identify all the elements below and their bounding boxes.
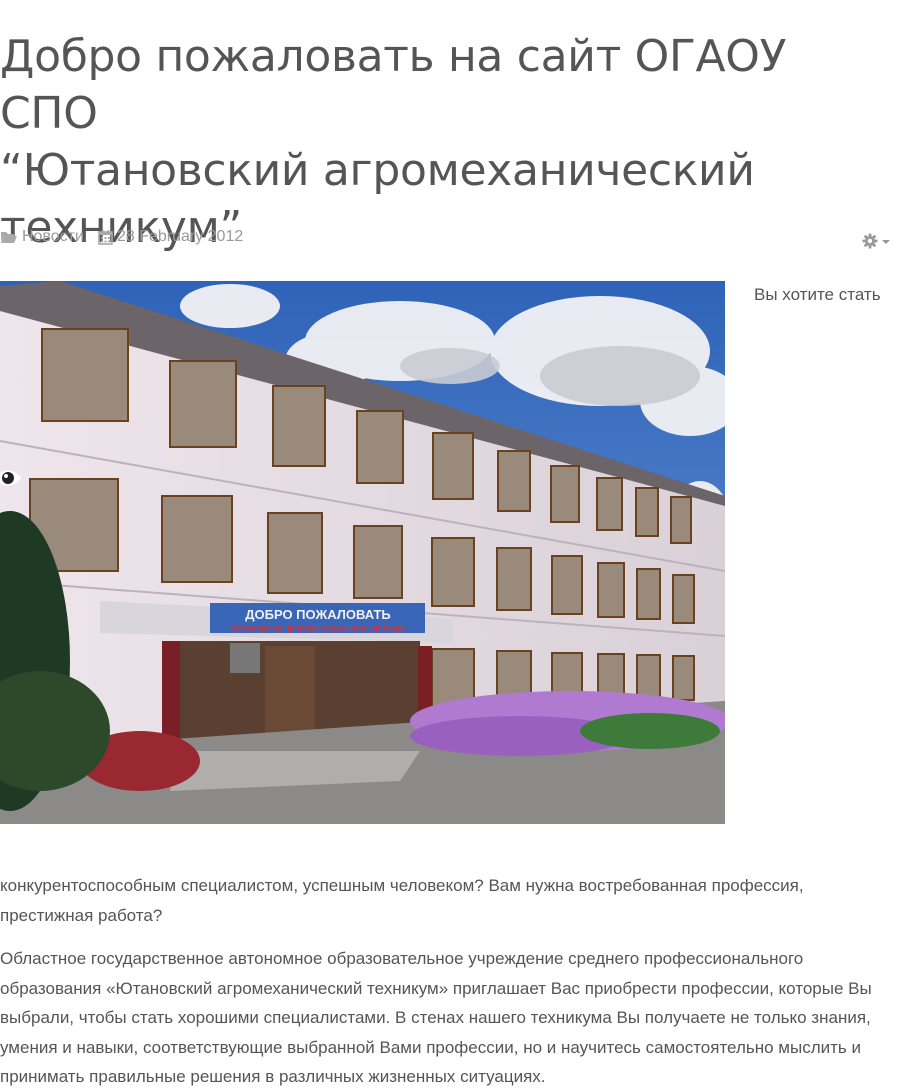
article-meta: Новости 28 February 2012 (0, 228, 257, 246)
intro-text: Вы хотите стать (754, 285, 881, 304)
banner-text-1: ДОБРО ПОЖАЛОВАТЬ (245, 607, 391, 622)
calendar-icon (98, 229, 113, 245)
title-line-1: Добро пожаловать на сайт ОГАОУ СПО (0, 31, 787, 139)
chevron-down-icon (882, 240, 890, 244)
article-image: ДОБРО ПОЖАЛОВАТЬ Ютановское профессионал… (0, 281, 725, 824)
gear-icon (862, 233, 878, 249)
building-photo: ДОБРО ПОЖАЛОВАТЬ Ютановское профессионал… (0, 281, 725, 824)
paragraph-2: Областное государственное автономное обр… (0, 949, 872, 1086)
eye-icon (0, 470, 22, 486)
category-label: Новости (22, 228, 84, 245)
folder-open-icon (1, 232, 17, 243)
banner-text-2: Ютановское профессиональное училище (231, 623, 405, 633)
title-line-2: “Ютановский агромеханический (0, 145, 755, 196)
date-label: 28 February 2012 (116, 228, 244, 245)
article-title: Добро пожаловать на сайт ОГАОУ СПО “Ютан… (0, 28, 880, 256)
article-tools-button[interactable] (862, 233, 890, 249)
category-link[interactable]: Новости (0, 228, 84, 246)
publish-date: 28 February 2012 (98, 228, 243, 246)
paragraph-1: конкурентоспособным специалистом, успешн… (0, 876, 804, 925)
